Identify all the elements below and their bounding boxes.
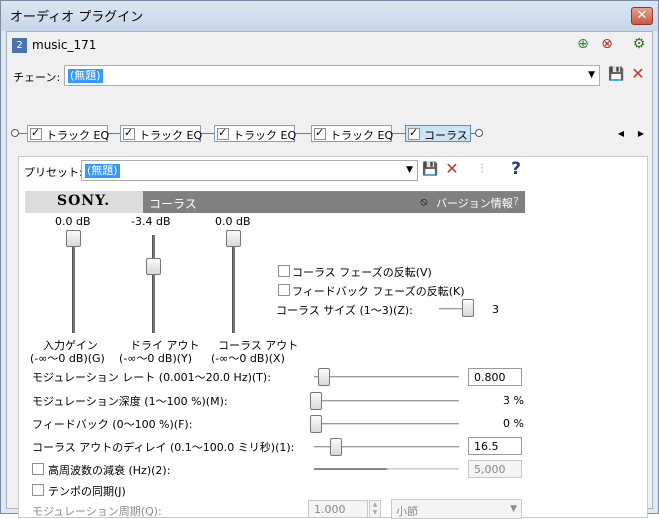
fader-range: (-∞〜0 dB)(G) [30, 352, 105, 365]
chain-combo[interactable]: (無題) ▼ [64, 65, 600, 86]
plugin-button-2[interactable]: トラック EQ [120, 125, 203, 142]
mod-period-input[interactable]: 1.000 [308, 500, 368, 518]
invert-chorus-checkbox[interactable] [278, 265, 290, 277]
chevron-down-icon: ▼ [406, 165, 413, 175]
plugin-label: コーラス [424, 129, 468, 142]
fader-track[interactable] [232, 233, 235, 333]
delete-icon[interactable]: ✕ [630, 66, 646, 84]
mod-depth-value: 3 % [503, 394, 524, 407]
invert-chorus-label: コーラス フェーズの反転(V) [292, 266, 432, 279]
plugin-window: オーディオ プラグイン ✕ 2 music_171 ⊕ ⊗ ⚙ チェーン: (無… [0, 0, 659, 519]
delete-preset-icon[interactable]: ✕ [444, 161, 460, 179]
slider-track[interactable] [314, 423, 459, 425]
input-gain-fader[interactable] [66, 230, 81, 247]
preset-value: (無題) [85, 164, 120, 178]
save-icon[interactable]: 💾 [608, 67, 624, 85]
plugin-checkbox[interactable] [30, 126, 42, 140]
delay-input[interactable]: 16.5 [468, 437, 522, 455]
plugin-button-4[interactable]: トラック EQ [311, 125, 394, 142]
chevron-down-icon: ▼ [588, 70, 595, 80]
chevron-down-icon: ▼ [510, 504, 517, 514]
feedback-slider[interactable] [310, 415, 322, 433]
banner-help-icon[interactable]: ? [513, 195, 519, 208]
hf-rolloff-checkbox[interactable] [32, 463, 44, 475]
slider-track[interactable] [314, 376, 459, 378]
mod-rate-label: モジュレーション レート (0.001〜20.0 Hz)(T): [32, 371, 271, 384]
tempo-sync-label: テンポの同期(J) [48, 485, 126, 498]
chorus-size-label: コーラス サイズ (1〜3)(Z): [276, 304, 413, 317]
chorus-size-slider[interactable] [462, 299, 474, 317]
preset-label: プリセット: [24, 166, 83, 179]
brand-text: SONY. [57, 193, 111, 209]
plugin-label: トラック EQ [139, 129, 203, 142]
mod-rate-slider[interactable] [318, 368, 330, 386]
feedback-value: 0 % [503, 417, 524, 430]
plugin-settings-icon[interactable]: ⚙ [629, 36, 649, 54]
close-button[interactable]: ✕ [631, 7, 653, 25]
fader-range: (-∞〜0 dB)(Y) [119, 352, 193, 365]
mod-depth-label: モジュレーション深度 (1〜100 %)(M): [32, 395, 228, 408]
period-unit-value: 小節 [396, 505, 418, 518]
version-info-link[interactable]: バージョン情報 [436, 195, 513, 211]
plugin-label: トラック EQ [233, 129, 297, 142]
fader-range: (-∞〜0 dB)(X) [211, 352, 285, 365]
period-unit-combo[interactable]: 小節 ▼ [391, 499, 522, 519]
dry-out-fader[interactable] [146, 258, 161, 275]
plugin-checkbox[interactable] [314, 126, 326, 140]
tempo-sync-checkbox[interactable] [32, 484, 44, 496]
track-name: music_171 [32, 38, 97, 52]
track-badge: 2 [12, 38, 27, 53]
slider-track[interactable] [314, 400, 459, 402]
title-bar[interactable]: オーディオ プラグイン ✕ [1, 1, 658, 31]
plugin-checkbox[interactable] [408, 126, 420, 140]
no-symbol-icon: ⦸ [420, 195, 428, 208]
mod-period-spinner[interactable]: ▲ ▼ [369, 500, 381, 518]
remove-plugin-icon[interactable]: ⊗ [597, 36, 617, 54]
fader-value: 0.0 dB [215, 215, 251, 228]
plugin-button-1[interactable]: トラック EQ [27, 125, 110, 142]
plugin-button-3[interactable]: トラック EQ [214, 125, 297, 142]
bypass-icon[interactable]: ⫶ [472, 162, 492, 180]
plugin-label: トラック EQ [330, 129, 394, 142]
delay-label: コーラス アウトのディレイ (0.1〜100.0 ミリ秒)(1): [32, 441, 295, 454]
scroll-right-icon[interactable]: ▶ [634, 126, 648, 140]
fader-value: -3.4 dB [131, 215, 171, 228]
invert-feedback-label: フィードバック フェーズの反転(K) [292, 285, 465, 298]
hf-rolloff-label: 高周波数の減衰 (Hz)(2): [48, 464, 171, 477]
chorus-panel: プリセット: (無題) ▼ 💾 ✕ ⫶ ? SONY. コーラス ⦸ バージョン… [18, 156, 648, 519]
fader-track[interactable] [152, 235, 155, 333]
hf-rolloff-level [314, 468, 387, 470]
save-preset-icon[interactable]: 💾 [422, 162, 438, 180]
delay-slider[interactable] [330, 438, 342, 456]
plugin-label: トラック EQ [46, 129, 110, 142]
chorus-out-fader[interactable] [226, 230, 241, 247]
chorus-size-value: 3 [492, 303, 499, 316]
chain-start-node [11, 129, 19, 137]
chain-label: チェーン: [13, 71, 61, 84]
fader-track[interactable] [72, 233, 75, 333]
plugin-checkbox[interactable] [123, 126, 135, 140]
fader-value: 0.0 dB [55, 215, 91, 228]
client-area: 2 music_171 ⊕ ⊗ ⚙ チェーン: (無題) ▼ 💾 ✕ トラック … [6, 31, 653, 519]
help-icon[interactable]: ? [507, 161, 525, 179]
chain-value: (無題) [68, 69, 103, 83]
plugin-checkbox[interactable] [217, 126, 229, 140]
feedback-label: フィードバック (0〜100 %)(F): [32, 418, 193, 431]
window-title: オーディオ プラグイン [10, 10, 144, 25]
preset-combo[interactable]: (無題) ▼ [81, 160, 418, 181]
add-plugin-icon[interactable]: ⊕ [573, 36, 593, 54]
mod-rate-input[interactable]: 0.800 [468, 368, 522, 386]
plugin-name: コーラス [149, 197, 197, 211]
chain-end-node [475, 129, 483, 137]
mod-period-label: モジュレーション周期(Q): [32, 505, 162, 518]
scroll-left-icon[interactable]: ◀ [614, 126, 628, 140]
invert-feedback-checkbox[interactable] [278, 284, 290, 296]
plugin-button-chorus[interactable]: コーラス [405, 125, 471, 142]
hf-rolloff-input[interactable]: 5,000 [468, 460, 522, 478]
mod-depth-slider[interactable] [310, 392, 322, 410]
